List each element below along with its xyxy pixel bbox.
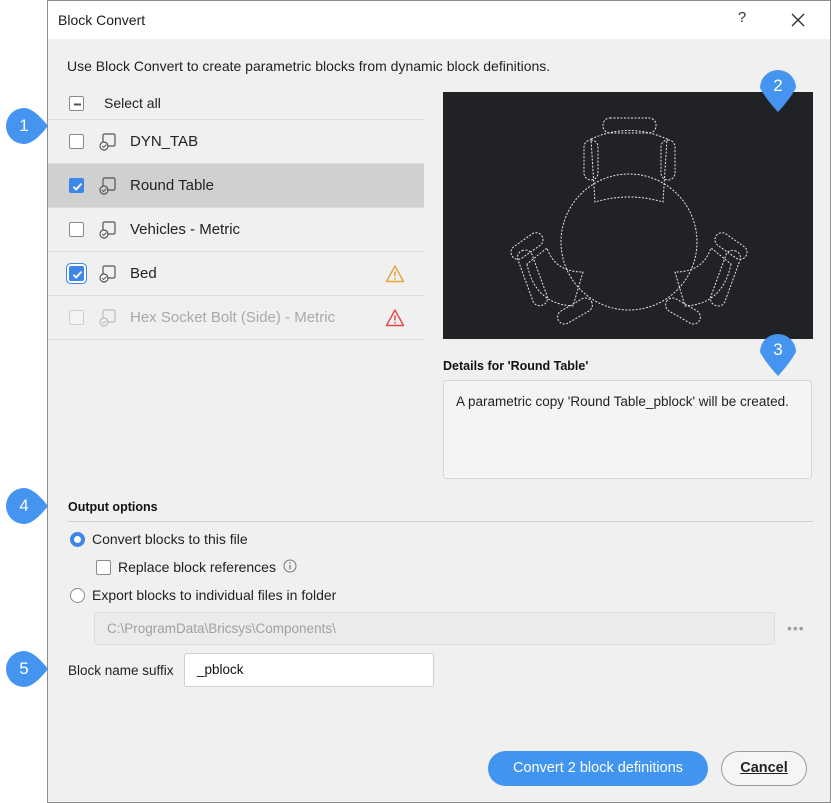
browse-folder-button: •••: [787, 620, 805, 636]
list-item[interactable]: Bed: [48, 252, 424, 296]
help-button[interactable]: ?: [732, 9, 752, 31]
intro-text: Use Block Convert to create parametric b…: [67, 58, 551, 74]
block-icon: [99, 221, 116, 239]
details-text: A parametric copy 'Round Table_pblock' w…: [456, 394, 789, 409]
list-item: Hex Socket Bolt (Side) - Metric: [48, 296, 424, 340]
export-to-folder-radio[interactable]: [70, 588, 85, 603]
callout-number: 1: [19, 116, 29, 135]
block-icon: [99, 309, 116, 327]
export-to-folder-label: Export blocks to individual files in fol…: [92, 587, 337, 603]
callout-number: 3: [773, 340, 783, 359]
select-all-checkbox[interactable]: [69, 96, 84, 111]
callout-marker: 1: [4, 106, 48, 146]
block-icon: [99, 177, 116, 195]
list-item[interactable]: Round Table: [48, 164, 424, 208]
suffix-input[interactable]: _pblock: [184, 653, 434, 687]
suffix-label: Block name suffix: [68, 663, 174, 678]
block-icon: [99, 133, 116, 151]
close-icon: [791, 13, 805, 27]
indeterminate-icon: [74, 103, 81, 106]
divider: [68, 521, 813, 522]
item-label: Hex Socket Bolt (Side) - Metric: [130, 309, 336, 326]
callout-number: 5: [19, 659, 29, 678]
block-convert-dialog: Block Convert ? Use Block Convert to cre…: [47, 0, 831, 803]
select-all-label: Select all: [104, 95, 161, 111]
select-all-row[interactable]: Select all: [48, 87, 424, 120]
callout-marker: 5: [4, 649, 48, 689]
callout-number: 4: [19, 496, 29, 515]
item-label: Bed: [130, 265, 157, 282]
folder-path-input: C:\ProgramData\Bricsys\Components\: [94, 612, 775, 645]
list-item[interactable]: Vehicles - Metric: [48, 208, 424, 252]
item-label: Round Table: [130, 177, 214, 194]
item-checkbox[interactable]: [69, 134, 84, 149]
output-options-header: Output options: [68, 500, 158, 514]
convert-to-file-label: Convert blocks to this file: [92, 531, 248, 547]
replace-references-checkbox[interactable]: [96, 560, 111, 575]
callout-number: 2: [773, 76, 783, 95]
info-icon[interactable]: [283, 559, 297, 573]
cancel-button[interactable]: Cancel: [721, 751, 807, 786]
item-label: Vehicles - Metric: [130, 221, 241, 238]
item-label: DYN_TAB: [130, 133, 199, 150]
item-checkbox[interactable]: [69, 178, 84, 193]
warning-icon: [385, 265, 405, 283]
list-item[interactable]: DYN_TAB: [48, 120, 424, 164]
error-icon: [385, 309, 405, 327]
callout-marker: 2: [758, 66, 798, 112]
item-checkbox: [69, 310, 84, 325]
details-box: A parametric copy 'Round Table_pblock' w…: [443, 380, 812, 479]
checkmark-icon: [72, 182, 83, 191]
convert-to-file-radio[interactable]: [70, 532, 85, 547]
replace-references-label: Replace block references: [118, 559, 276, 575]
block-icon: [99, 265, 116, 283]
item-checkbox[interactable]: [69, 222, 84, 237]
convert-button[interactable]: Convert 2 block definitions: [488, 751, 708, 786]
callout-marker: 4: [4, 486, 48, 526]
block-preview: [443, 92, 813, 339]
dialog-title: Block Convert: [58, 12, 146, 28]
title-bar: Block Convert ?: [48, 1, 830, 39]
callout-marker: 3: [758, 330, 798, 376]
block-list: Select all DYN_TAB Round Table Vehicles …: [48, 87, 424, 340]
checkmark-icon: [72, 270, 83, 279]
round-table-preview-image: [510, 117, 748, 325]
details-label: Details for 'Round Table': [443, 359, 589, 373]
item-checkbox[interactable]: [69, 266, 84, 281]
close-button[interactable]: [784, 6, 812, 34]
